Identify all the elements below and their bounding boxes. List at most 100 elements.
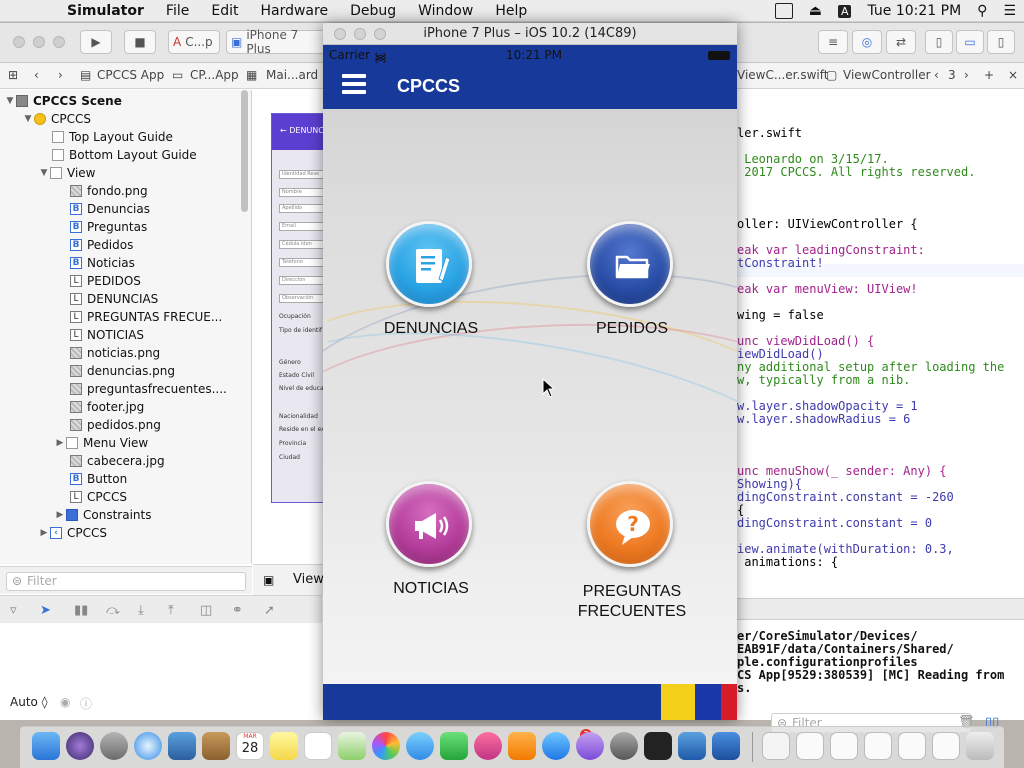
view-as-label[interactable]: View <box>293 572 324 587</box>
screenshot-thumbnail-icon[interactable] <box>796 732 824 760</box>
scheme-selector[interactable]: A C...p <box>168 30 220 54</box>
outline-row[interactable]: ▼ View <box>0 164 250 182</box>
menu-file[interactable]: File <box>155 3 200 19</box>
outline-row[interactable]: ▶ Constraints <box>0 506 250 524</box>
location-icon[interactable]: ➚ <box>264 603 275 618</box>
forward-arrow-icon[interactable]: › <box>58 68 63 82</box>
xcode-dock-icon[interactable] <box>168 732 196 760</box>
breadcrumb-group[interactable]: CP...App <box>190 68 239 82</box>
outline-row[interactable]: ▼ CPCCS Scene <box>0 92 250 110</box>
step-over-icon[interactable]: ⤼ <box>106 603 120 618</box>
notes-icon[interactable] <box>270 732 298 760</box>
breakpoints-icon[interactable]: ➤ <box>40 603 51 618</box>
next-chevron-icon[interactable]: › <box>964 68 969 82</box>
device-screen[interactable]: Carrier ᯼ 10:21 PM CPCCS DENUNCIAS PEDID… <box>323 45 737 720</box>
zoom-window-button[interactable] <box>53 36 65 48</box>
input-source-icon[interactable]: A <box>830 4 860 18</box>
system-preferences-icon[interactable] <box>610 732 638 760</box>
breadcrumb-class[interactable]: ViewController <box>843 68 931 82</box>
toggle-navigator-button[interactable]: ▯ <box>925 30 953 54</box>
step-out-icon[interactable]: ⤒ <box>168 603 174 618</box>
disclosure-open-icon[interactable]: ▼ <box>38 168 50 178</box>
outline-row[interactable]: B Pedidos <box>0 236 250 254</box>
view-hierarchy-icon[interactable]: ◫ <box>200 603 212 618</box>
screenshot-thumbnail-icon[interactable] <box>932 732 960 760</box>
hide-debug-icon[interactable]: ▿ <box>10 603 17 618</box>
outline-row[interactable]: Top Layout Guide <box>0 128 250 146</box>
step-in-icon[interactable]: ⤓ <box>138 603 144 618</box>
sim-zoom-button[interactable] <box>374 28 386 40</box>
ibooks-icon[interactable] <box>508 732 536 760</box>
hide-outline-icon[interactable]: ▣ <box>263 573 274 587</box>
sim-close-button[interactable] <box>334 28 346 40</box>
safari-icon[interactable] <box>134 732 162 760</box>
menu-window[interactable]: Window <box>407 3 484 19</box>
denuncias-button[interactable] <box>386 221 472 307</box>
disclosure-open-icon[interactable]: ▼ <box>4 96 16 106</box>
outline-row[interactable]: B Button <box>0 470 250 488</box>
noticias-button[interactable] <box>386 481 472 567</box>
menu-clock[interactable]: Tue 10:21 PM <box>859 3 969 19</box>
toggle-utilities-button[interactable]: ▯ <box>987 30 1015 54</box>
outline-row[interactable]: pedidos.png <box>0 416 250 434</box>
hamburger-menu-icon[interactable] <box>342 73 366 95</box>
disclosure-closed-icon[interactable]: ▶ <box>54 510 66 520</box>
add-editor-icon[interactable]: + <box>984 68 994 82</box>
outline-filter-input[interactable]: Filter <box>6 572 246 591</box>
prev-chevron-icon[interactable]: ‹ <box>934 68 939 82</box>
eject-icon[interactable]: ⏏ <box>801 3 830 19</box>
finder-icon[interactable] <box>32 732 60 760</box>
pedidos-button[interactable] <box>587 221 673 307</box>
preguntas-frecuentes-tile[interactable]: ? PREGUNTAS FRECUENTES <box>569 481 695 631</box>
disclosure-closed-icon[interactable]: ▶ <box>38 528 50 538</box>
breadcrumb-project[interactable]: CPCCS App <box>97 68 164 82</box>
contacts-icon[interactable] <box>202 732 230 760</box>
spotlight-search-icon[interactable]: ⚲ <box>969 3 995 19</box>
screenshot-thumbnail-icon[interactable] <box>830 732 858 760</box>
outline-row[interactable]: B Noticias <box>0 254 250 272</box>
outline-row[interactable]: footer.jpg <box>0 398 250 416</box>
menu-hardware[interactable]: Hardware <box>249 3 339 19</box>
close-editor-icon[interactable]: × <box>1008 68 1018 82</box>
eye-icon[interactable]: ◉ <box>60 695 70 709</box>
destination-selector[interactable]: ▣ iPhone 7 Plus <box>226 28 326 56</box>
outline-scrollbar[interactable] <box>241 90 248 212</box>
simulator-titlebar[interactable]: iPhone 7 Plus – iOS 10.2 (14C89) <box>323 23 737 45</box>
disclosure-closed-icon[interactable]: ▶ <box>54 438 66 448</box>
feedback-assistant-icon[interactable] <box>576 732 604 760</box>
itunes-icon[interactable] <box>474 732 502 760</box>
facetime-icon[interactable] <box>440 732 468 760</box>
outline-row[interactable]: L DENUNCIAS <box>0 290 250 308</box>
messages-icon[interactable] <box>406 732 434 760</box>
breadcrumb-right-file[interactable]: ViewC...er.swift <box>737 68 828 82</box>
outline-row[interactable]: Bottom Layout Guide <box>0 146 250 164</box>
grid-icon[interactable]: ⊞ <box>8 68 18 82</box>
variables-scope-selector[interactable]: Auto ◊ <box>10 695 48 709</box>
preguntas-frecuentes-button[interactable]: ? <box>587 481 673 567</box>
toggle-debug-area-button[interactable]: ▭ <box>956 30 984 54</box>
calendar-icon[interactable]: MAR 28 <box>236 732 264 760</box>
terminal-icon[interactable] <box>644 732 672 760</box>
outline-row[interactable]: fondo.png <box>0 182 250 200</box>
version-editor-button[interactable]: ⇄ <box>886 30 916 54</box>
app-store-icon[interactable] <box>542 732 570 760</box>
xcode-app-icon[interactable] <box>678 732 706 760</box>
denuncias-tile[interactable]: DENUNCIAS <box>381 221 481 341</box>
outline-row[interactable]: denuncias.png <box>0 362 250 380</box>
run-button[interactable]: ▶ <box>80 30 112 54</box>
reminders-icon[interactable] <box>304 732 332 760</box>
noticias-tile[interactable]: NOTICIAS <box>381 481 481 601</box>
disclosure-open-icon[interactable]: ▼ <box>22 114 34 124</box>
assistant-editor-button[interactable]: ◎ <box>852 30 882 54</box>
notification-center-icon[interactable]: ☰ <box>995 3 1024 19</box>
outline-row[interactable]: preguntasfrecuentes.... <box>0 380 250 398</box>
info-icon[interactable]: ⓘ <box>80 695 92 712</box>
outline-row[interactable]: L NOTICIAS <box>0 326 250 344</box>
memory-graph-icon[interactable]: ⚭ <box>232 603 243 618</box>
menu-app-name[interactable]: Simulator <box>56 3 155 19</box>
trash-dock-icon[interactable] <box>966 732 994 760</box>
sim-minimize-button[interactable] <box>354 28 366 40</box>
breadcrumb-file[interactable]: Mai...ard <box>266 68 318 82</box>
storyboard-scene-preview[interactable]: ← DENUNCI Identidad Rese Nombre Apellido… <box>271 113 331 503</box>
maps-icon[interactable] <box>338 732 366 760</box>
